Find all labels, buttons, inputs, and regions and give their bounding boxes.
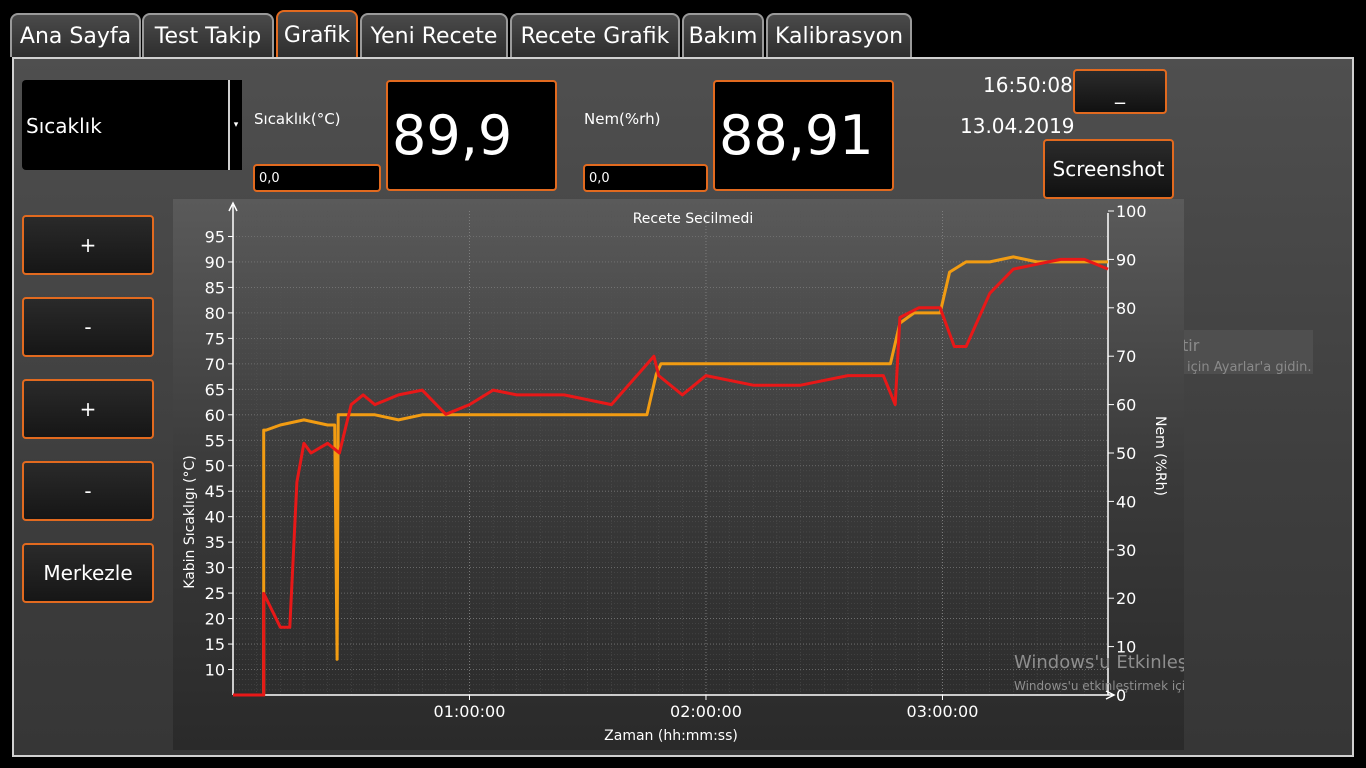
y-tick-label: 10	[205, 661, 225, 680]
y-tick-label: 40	[205, 508, 225, 527]
zoom-in-x-button[interactable]: +	[22, 215, 154, 275]
chart-title: Recete Secilmedi	[633, 211, 754, 227]
channel-select[interactable]: Sıcaklık	[22, 80, 242, 170]
y-tick-label: 45	[205, 482, 225, 501]
y-tick-label: 75	[205, 329, 225, 348]
tab-test-takip[interactable]: Test Takip	[142, 13, 274, 57]
x-tick-label: 01:00:00	[434, 702, 506, 721]
tab-bar: Ana Sayfa Test Takip Grafik Yeni Recete …	[0, 0, 1366, 58]
y2-tick-label: 80	[1116, 299, 1136, 318]
watermark-subtitle: Windows'u etkinleştirmek için Ayarlar'a …	[1014, 679, 1184, 693]
temperature-setpoint-input[interactable]: 0,0	[253, 164, 381, 192]
line-chart[interactable]: 1015202530354045505560657075808590950102…	[173, 199, 1184, 750]
watermark-partial-title: tir	[1182, 336, 1200, 355]
tab-kalibrasyon[interactable]: Kalibrasyon	[766, 13, 912, 57]
channel-select-value: Sıcaklık	[26, 114, 102, 138]
zoom-out-y-button[interactable]: -	[22, 461, 154, 521]
y-tick-label: 20	[205, 610, 225, 629]
clock-time: 16:50:08	[983, 73, 1073, 97]
y-tick-label: 95	[205, 227, 225, 246]
y-tick-label: 55	[205, 431, 225, 450]
tab-bakim[interactable]: Bakım	[682, 13, 764, 57]
y2-axis-label: Nem (%Rh)	[1152, 416, 1168, 496]
y2-tick-label: 60	[1116, 396, 1136, 415]
humidity-label: Nem(%rh)	[584, 110, 661, 128]
y-tick-label: 15	[205, 635, 225, 654]
y-tick-label: 30	[205, 559, 225, 578]
y2-tick-label: 70	[1116, 347, 1136, 366]
chevron-down-icon[interactable]: ▾	[228, 80, 242, 170]
zoom-out-x-button[interactable]: -	[22, 297, 154, 357]
clock-date: 13.04.2019	[960, 114, 1075, 138]
y2-tick-label: 100	[1116, 202, 1147, 221]
y2-tick-label: 90	[1116, 250, 1136, 269]
humidity-value: 88,91	[713, 80, 894, 191]
tab-ana-sayfa[interactable]: Ana Sayfa	[10, 13, 141, 57]
x-tick-label: 03:00:00	[907, 702, 979, 721]
y-tick-label: 35	[205, 533, 225, 552]
y2-tick-label: 30	[1116, 541, 1136, 560]
screenshot-button[interactable]: Screenshot	[1043, 139, 1174, 199]
y2-tick-label: 20	[1116, 589, 1136, 608]
y2-tick-label: 50	[1116, 444, 1136, 463]
y-tick-label: 70	[205, 355, 225, 374]
x-axis-label: Zaman (hh:mm:ss)	[604, 728, 738, 744]
tab-yeni-recete[interactable]: Yeni Recete	[360, 13, 508, 57]
y-tick-label: 60	[205, 406, 225, 425]
humidity-setpoint-input[interactable]: 0,0	[583, 164, 708, 192]
y-tick-label: 85	[205, 278, 225, 297]
y-tick-label: 65	[205, 380, 225, 399]
minimize-button[interactable]: _	[1073, 69, 1167, 114]
y-tick-label: 25	[205, 584, 225, 603]
zoom-in-y-button[interactable]: +	[22, 379, 154, 439]
tab-grafik[interactable]: Grafik	[276, 10, 358, 58]
y-tick-label: 90	[205, 253, 225, 272]
y-tick-label: 80	[205, 304, 225, 323]
center-button[interactable]: Merkezle	[22, 543, 154, 603]
temperature-label: Sıcaklık(°C)	[254, 110, 341, 128]
watermark-title: Windows'u Etkinleştir	[1014, 652, 1184, 673]
tab-recete-grafik[interactable]: Recete Grafik	[510, 13, 680, 57]
y-tick-label: 50	[205, 457, 225, 476]
y2-tick-label: 40	[1116, 492, 1136, 511]
watermark-partial-subtitle: için Ayarlar'a gidin.	[1187, 360, 1312, 375]
temperature-value: 89,9	[386, 80, 557, 191]
y-axis-label: Kabin Sıcaklıgı (°C)	[182, 455, 198, 588]
x-tick-label: 02:00:00	[670, 702, 742, 721]
